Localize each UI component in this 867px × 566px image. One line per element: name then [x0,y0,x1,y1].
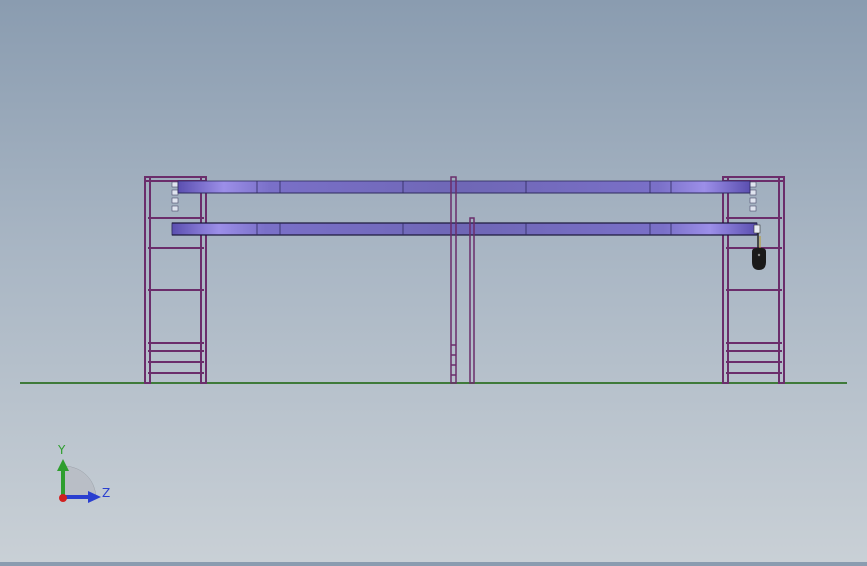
lower-girder[interactable] [171,222,758,236]
right-tower-top [722,176,785,182]
right-tower-post-inner [722,176,729,384]
lower-girder-body [171,222,758,236]
left-tower-post-outer [144,176,151,384]
upper-girder-body [177,180,751,194]
left-wheel [171,205,179,212]
model-view[interactable] [0,0,867,562]
right-wheel [749,189,757,196]
center-column-left [450,176,457,384]
right-wheel [749,205,757,212]
left-wheel [171,197,179,204]
right-wheel [749,181,757,188]
left-wheel [171,189,179,196]
coordinate-triad [57,459,101,503]
hook-pin [757,253,761,257]
triad-x-origin [59,494,67,502]
left-tower-top [144,176,207,182]
left-tower-post-inner [200,176,207,384]
triad-y-label: Y [58,443,66,457]
left-wheel [171,181,179,188]
hook-block [752,248,766,270]
center-columns[interactable] [450,176,475,384]
right-tower-post-outer [778,176,785,384]
hoist-trolley [753,224,761,234]
triad-z-label: Z [102,486,111,500]
triad-y-arrowhead [57,459,69,471]
upper-girder[interactable] [177,180,751,194]
cad-viewport[interactable]: Y Z [0,0,867,562]
right-wheel [749,197,757,204]
center-column-right [469,217,475,384]
right-end-truck [749,181,757,212]
